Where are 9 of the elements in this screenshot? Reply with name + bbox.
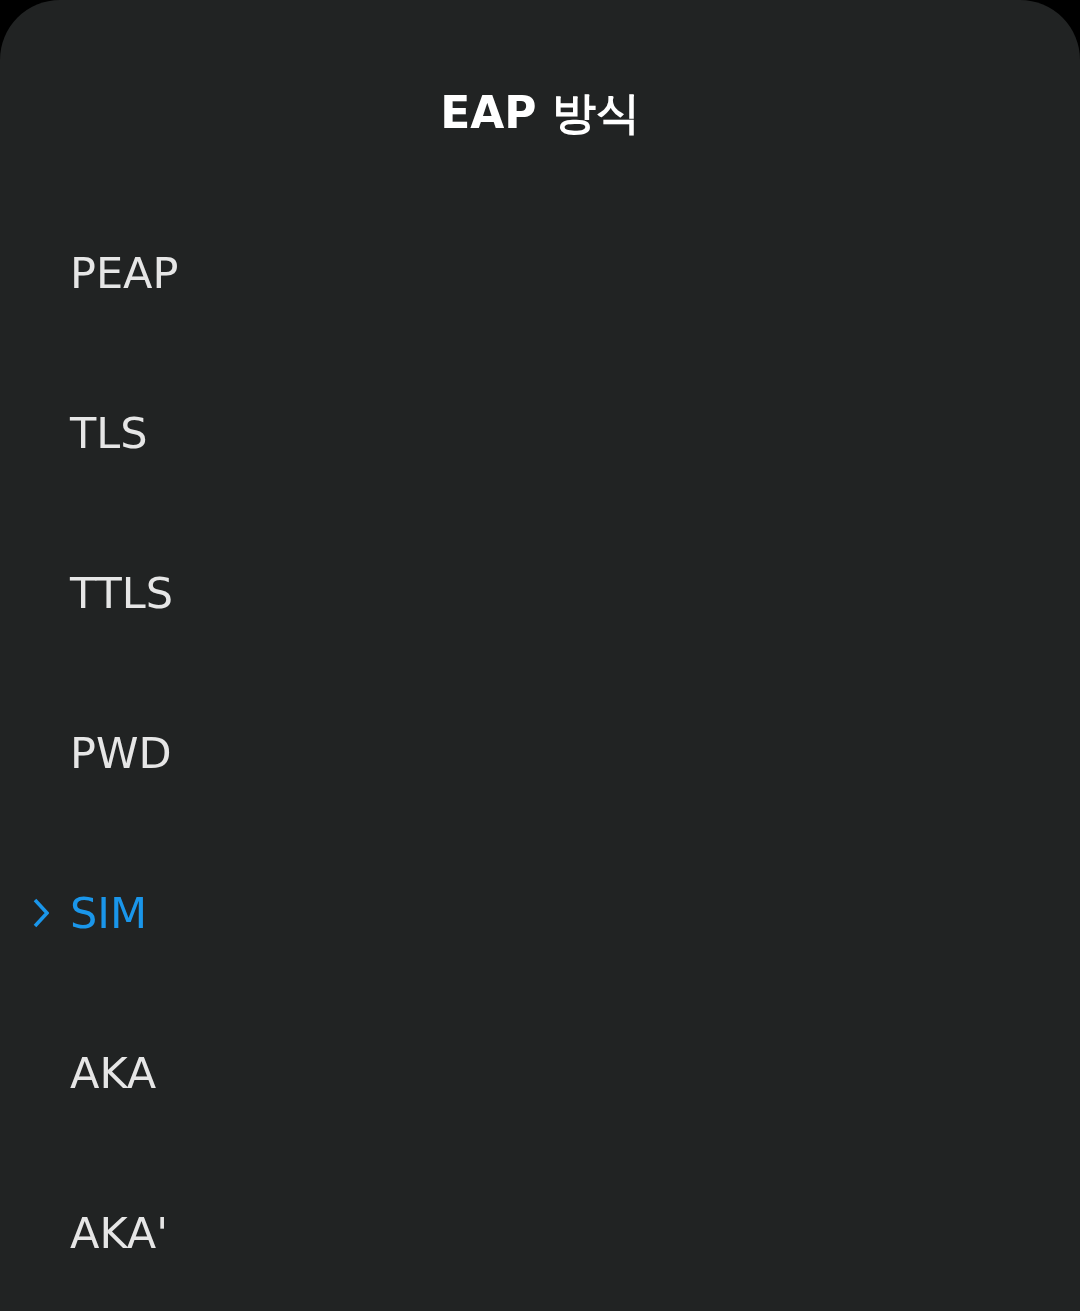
option-item[interactable]: AKA' <box>0 1153 1080 1311</box>
option-item[interactable]: PEAP <box>0 193 1080 353</box>
option-item[interactable]: AKA <box>0 993 1080 1153</box>
chevron-icon <box>33 898 49 928</box>
dialog-title: EAP 방식 <box>440 86 640 140</box>
option-item[interactable]: PWD <box>0 673 1080 833</box>
option-item[interactable]: TLS <box>0 353 1080 513</box>
option-item[interactable]: TTLS <box>0 513 1080 673</box>
option-item[interactable]: SIM <box>0 833 1080 993</box>
